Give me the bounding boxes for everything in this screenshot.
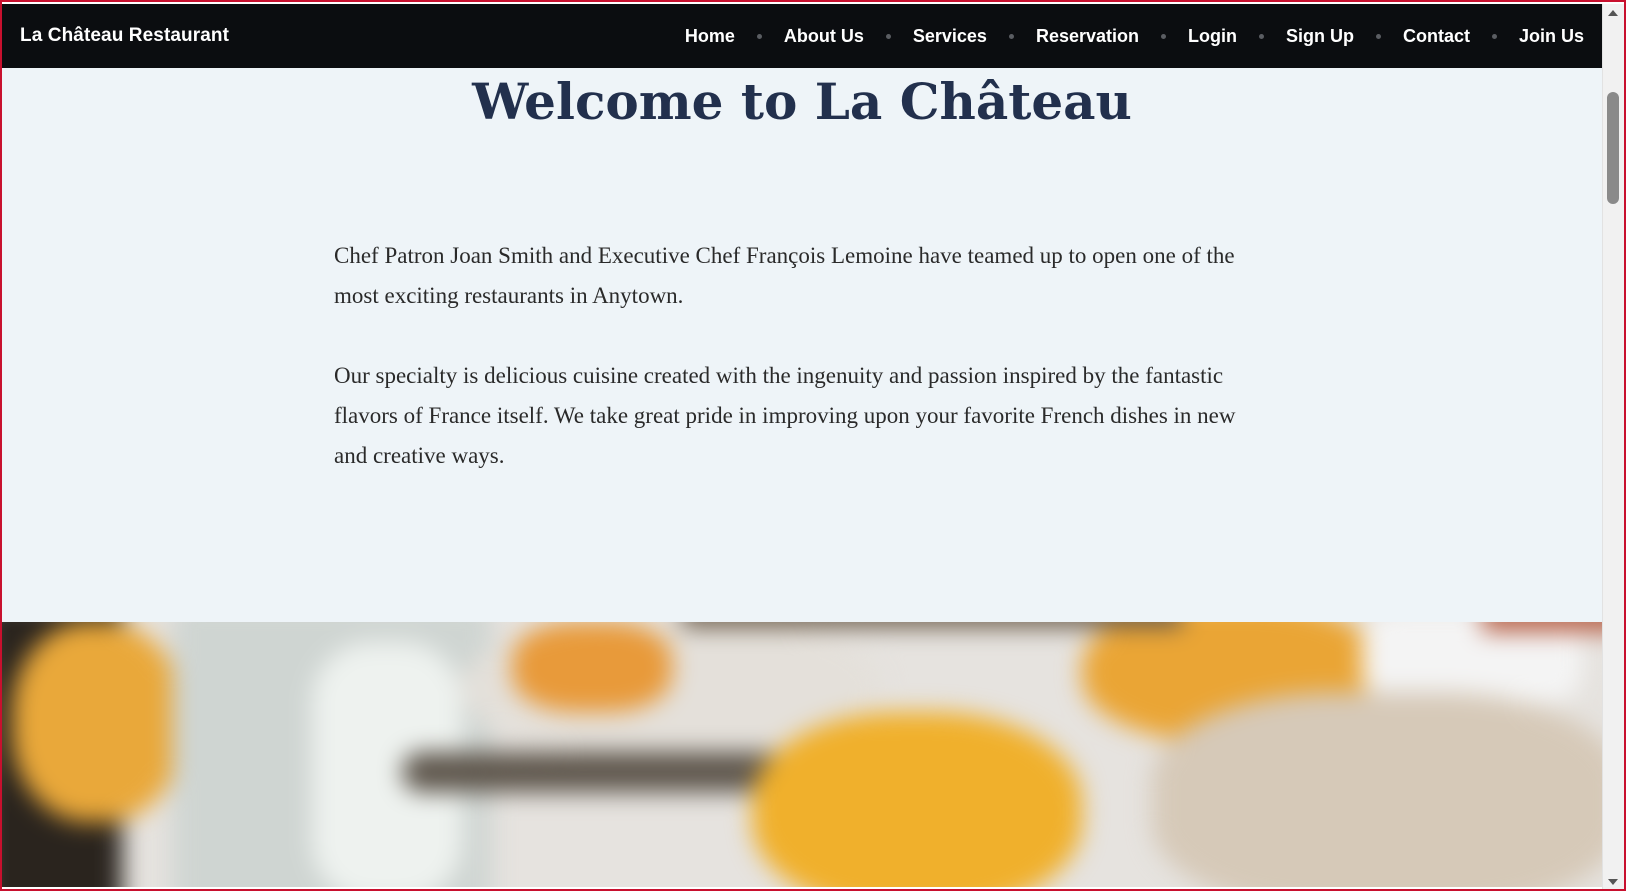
intro-paragraph: Chef Patron Joan Smith and Executive Che… <box>334 243 1235 308</box>
dot-icon <box>885 33 891 39</box>
nav-join-us[interactable]: Join Us <box>1519 26 1584 47</box>
scroll-thumb[interactable] <box>1607 92 1619 204</box>
chevron-down-icon[interactable] <box>1608 879 1618 885</box>
dot-icon <box>756 33 762 39</box>
intro-paragraph: Our specialty is delicious cuisine creat… <box>334 363 1236 468</box>
nav-home[interactable]: Home <box>685 26 735 47</box>
vertical-scrollbar[interactable] <box>1602 4 1624 889</box>
nav-services[interactable]: Services <box>913 26 987 47</box>
dot-icon <box>1008 33 1014 39</box>
top-navbar: La Château Restaurant Home About Us Serv… <box>2 4 1602 68</box>
dot-icon <box>1258 33 1264 39</box>
chevron-up-icon[interactable] <box>1608 10 1618 16</box>
main-nav: Home About Us Services Reservation Login… <box>685 26 1584 47</box>
nav-sign-up[interactable]: Sign Up <box>1286 26 1354 47</box>
nav-about-us[interactable]: About Us <box>784 26 864 47</box>
food-photo-banner <box>2 622 1602 887</box>
blurred-food-image <box>2 622 1602 887</box>
nav-login[interactable]: Login <box>1188 26 1237 47</box>
browser-window: La Château Restaurant Home About Us Serv… <box>0 0 1626 891</box>
dot-icon <box>1375 33 1381 39</box>
nav-contact[interactable]: Contact <box>1403 26 1470 47</box>
brand-logo[interactable]: La Château Restaurant <box>20 25 229 47</box>
page-bottom-edge <box>2 887 1602 889</box>
welcome-section: Welcome to La Château Chef Patron Joan S… <box>2 68 1602 622</box>
dot-icon <box>1161 33 1166 39</box>
dot-icon <box>1491 33 1497 39</box>
nav-reservation[interactable]: Reservation <box>1036 26 1139 47</box>
intro-text: Chef Patron Joan Smith and Executive Che… <box>334 236 1274 516</box>
page-title: Welcome to La Château <box>472 72 1132 131</box>
